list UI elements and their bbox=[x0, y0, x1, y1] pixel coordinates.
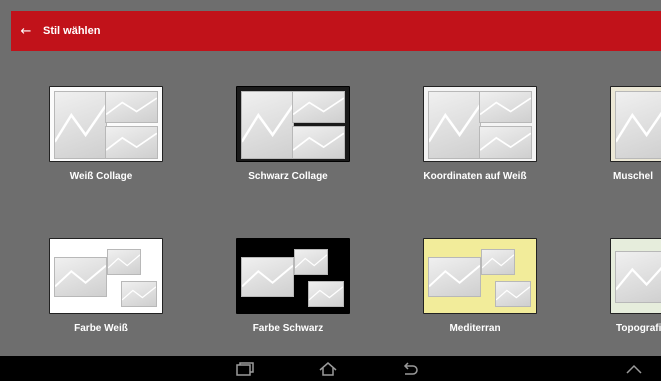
app-bar: ← Stil wählen bbox=[11, 11, 661, 51]
style-tile-koordinaten-auf-weiss[interactable]: Koordinaten auf Weiß bbox=[385, 51, 565, 182]
photo-placeholder-icon bbox=[121, 281, 157, 307]
photo-placeholder-icon bbox=[105, 126, 158, 159]
photo-placeholder-icon bbox=[292, 126, 345, 159]
photo-placeholder-icon bbox=[54, 257, 107, 297]
chevron-up-icon[interactable] bbox=[622, 360, 646, 378]
style-thumbnail bbox=[610, 238, 661, 314]
style-label: Weiß Collage bbox=[69, 171, 133, 182]
back-icon[interactable] bbox=[398, 360, 422, 378]
photo-placeholder-icon bbox=[292, 91, 345, 123]
photo-placeholder-icon bbox=[428, 91, 481, 159]
photo-placeholder-icon bbox=[241, 257, 294, 297]
photo-placeholder-icon bbox=[294, 249, 328, 275]
photo-placeholder-icon bbox=[308, 281, 344, 307]
style-tile-farbe-schwarz[interactable]: Farbe Schwarz bbox=[198, 203, 378, 334]
style-tile-topografie[interactable]: Topografie bbox=[572, 203, 661, 334]
style-thumbnail bbox=[49, 238, 163, 314]
photo-placeholder-icon bbox=[428, 257, 481, 297]
style-thumbnail bbox=[236, 238, 350, 314]
style-thumbnail bbox=[49, 86, 163, 162]
photo-placeholder-icon bbox=[615, 91, 661, 159]
photo-placeholder-icon bbox=[615, 251, 661, 303]
arrow-left-icon[interactable]: ← bbox=[11, 11, 41, 51]
photo-placeholder-icon bbox=[495, 281, 531, 307]
style-label: Topografie bbox=[616, 323, 661, 334]
style-label: Farbe Weiß bbox=[74, 323, 128, 334]
style-label: Muschel bbox=[613, 171, 654, 182]
photo-placeholder-icon bbox=[479, 126, 532, 159]
style-tile-farbe-weiss[interactable]: Farbe Weiß bbox=[11, 203, 191, 334]
photo-placeholder-icon bbox=[481, 249, 515, 275]
style-label: Farbe Schwarz bbox=[252, 323, 324, 334]
screen: ← Stil wählen Weiß Collage Schwarz Colla… bbox=[0, 0, 661, 381]
style-thumbnail bbox=[236, 86, 350, 162]
style-tile-schwarz-collage[interactable]: Schwarz Collage bbox=[198, 51, 378, 182]
photo-placeholder-icon bbox=[241, 91, 294, 159]
style-thumbnail bbox=[423, 86, 537, 162]
photo-placeholder-icon bbox=[107, 249, 141, 275]
style-label: Schwarz Collage bbox=[248, 171, 328, 182]
style-grid: Weiß Collage Schwarz Collage Koordinaten bbox=[11, 51, 661, 356]
photo-placeholder-icon bbox=[105, 91, 158, 123]
style-label: Mediterran bbox=[449, 323, 501, 334]
status-bar bbox=[0, 0, 661, 11]
navigation-bar bbox=[0, 356, 661, 381]
photo-placeholder-icon bbox=[479, 91, 532, 123]
home-icon[interactable] bbox=[316, 360, 340, 378]
style-thumbnail bbox=[610, 86, 661, 162]
style-thumbnail bbox=[423, 238, 537, 314]
photo-placeholder-icon bbox=[54, 91, 107, 159]
page-title: Stil wählen bbox=[43, 25, 101, 37]
style-tile-weiss-collage[interactable]: Weiß Collage bbox=[11, 51, 191, 182]
style-label: Koordinaten auf Weiß bbox=[423, 171, 527, 182]
style-tile-muschel[interactable]: Muschel bbox=[572, 51, 661, 182]
recent-apps-icon[interactable] bbox=[233, 360, 257, 378]
style-tile-mediterran[interactable]: Mediterran bbox=[385, 203, 565, 334]
